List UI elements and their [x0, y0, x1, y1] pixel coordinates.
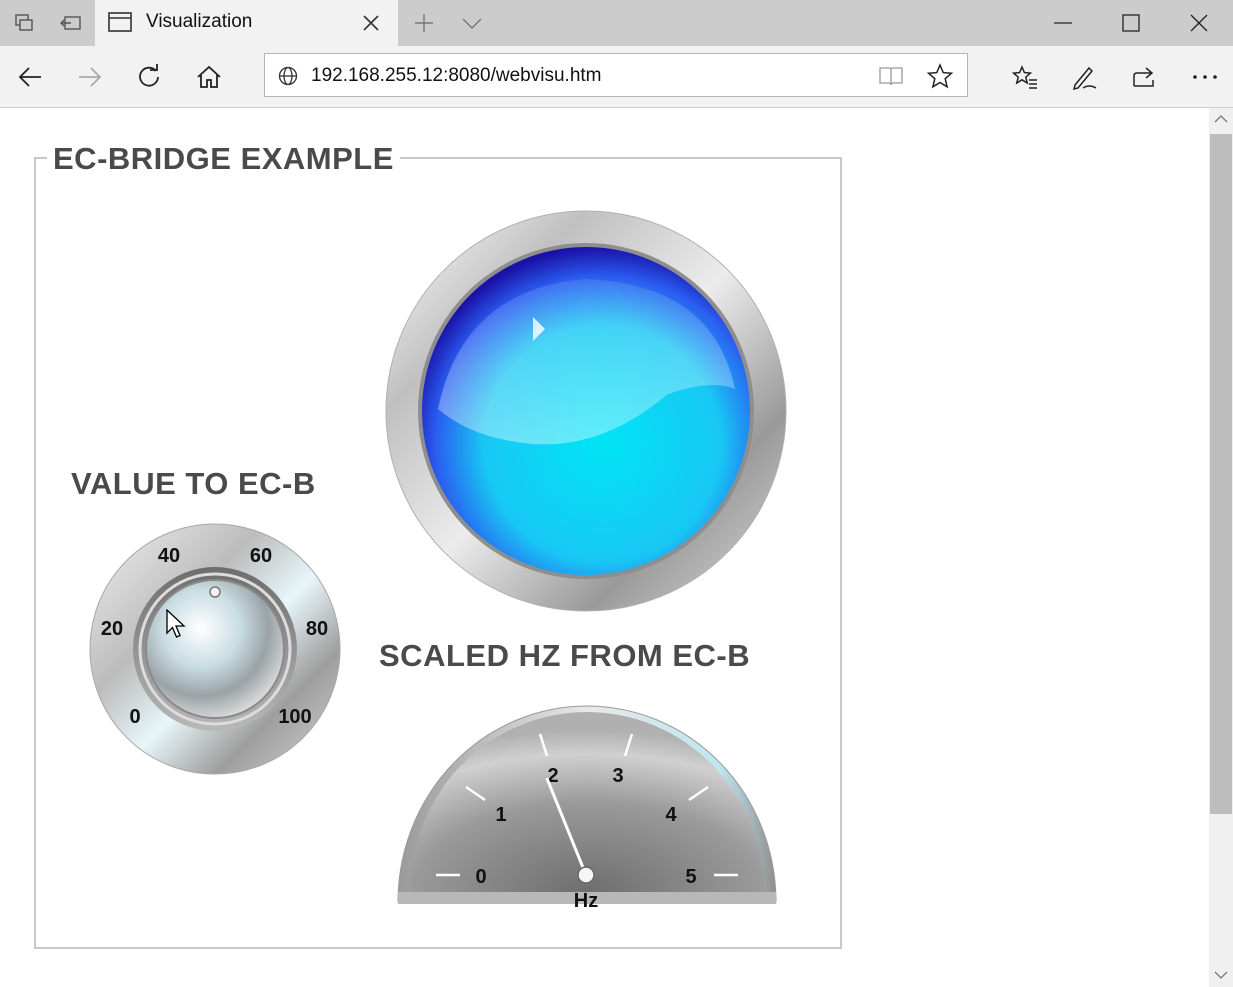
star-icon[interactable] [927, 63, 953, 89]
close-tab-icon[interactable] [361, 13, 381, 33]
hz-gauge: 0 1 2 3 4 5 Hz [397, 705, 777, 910]
book-icon[interactable] [878, 64, 904, 88]
tab-bar: Visualization [0, 0, 1233, 46]
scrollbar-thumb[interactable] [1210, 134, 1232, 814]
url-text: 192.168.255.12:8080/webvisu.htm [311, 65, 602, 86]
refresh-icon[interactable] [136, 64, 162, 90]
share-icon[interactable] [1131, 64, 1157, 90]
gauge-scale-label: 0 [475, 866, 486, 888]
address-bar[interactable]: 192.168.255.12:8080/webvisu.htm [264, 53, 968, 97]
page-icon [108, 12, 132, 32]
close-icon[interactable] [1189, 13, 1209, 33]
frame-title: EC-BRIDGE EXAMPLE [47, 141, 400, 177]
globe-icon [278, 66, 298, 86]
home-icon[interactable] [196, 64, 222, 90]
gauge-scale-label: 3 [612, 765, 623, 787]
back-arrow-icon[interactable] [17, 64, 43, 90]
scroll-down-icon[interactable] [1214, 970, 1228, 980]
knob-scale-label: 20 [101, 618, 123, 640]
gauge-scale-label: 4 [665, 804, 677, 826]
gauge-scale-label: 5 [685, 866, 696, 888]
mouse-cursor-icon [166, 609, 186, 638]
scroll-up-icon[interactable] [1214, 114, 1228, 124]
knob-label: VALUE TO EC-B [71, 466, 316, 501]
gauge-scale-label: 1 [495, 804, 506, 826]
chevron-down-icon[interactable] [460, 11, 484, 35]
value-knob[interactable]: 0 20 40 60 80 100 [88, 522, 342, 776]
gauge-unit: Hz [574, 890, 598, 910]
tab-title: Visualization [146, 11, 253, 32]
knob-scale-label: 40 [158, 545, 180, 567]
tab-visualization[interactable]: Visualization [95, 0, 398, 46]
maximize-icon[interactable] [1121, 13, 1141, 33]
knob-indicator [209, 586, 221, 598]
pen-icon[interactable] [1071, 64, 1097, 90]
knob-scale-label: 0 [129, 706, 140, 728]
needle-hub [577, 866, 595, 884]
minimize-icon[interactable] [1053, 13, 1073, 33]
set-aside-icon[interactable] [59, 11, 83, 35]
gauge-label: SCALED HZ FROM EC-B [379, 638, 751, 673]
more-dots-icon[interactable] [1192, 64, 1218, 90]
forward-arrow-icon[interactable] [77, 64, 103, 90]
navigation-bar: 192.168.255.12:8080/webvisu.htm [0, 46, 1233, 108]
knob-scale-label: 100 [278, 706, 311, 728]
knob-scale-label: 80 [306, 618, 328, 640]
tab-sets-icon[interactable] [12, 11, 36, 35]
knob-cap[interactable] [145, 579, 285, 719]
favorites-list-icon[interactable] [1012, 64, 1038, 90]
knob-scale-label: 60 [250, 545, 272, 567]
vertical-scrollbar[interactable] [1209, 108, 1233, 987]
status-lamp [385, 210, 787, 612]
plus-icon[interactable] [412, 11, 436, 35]
